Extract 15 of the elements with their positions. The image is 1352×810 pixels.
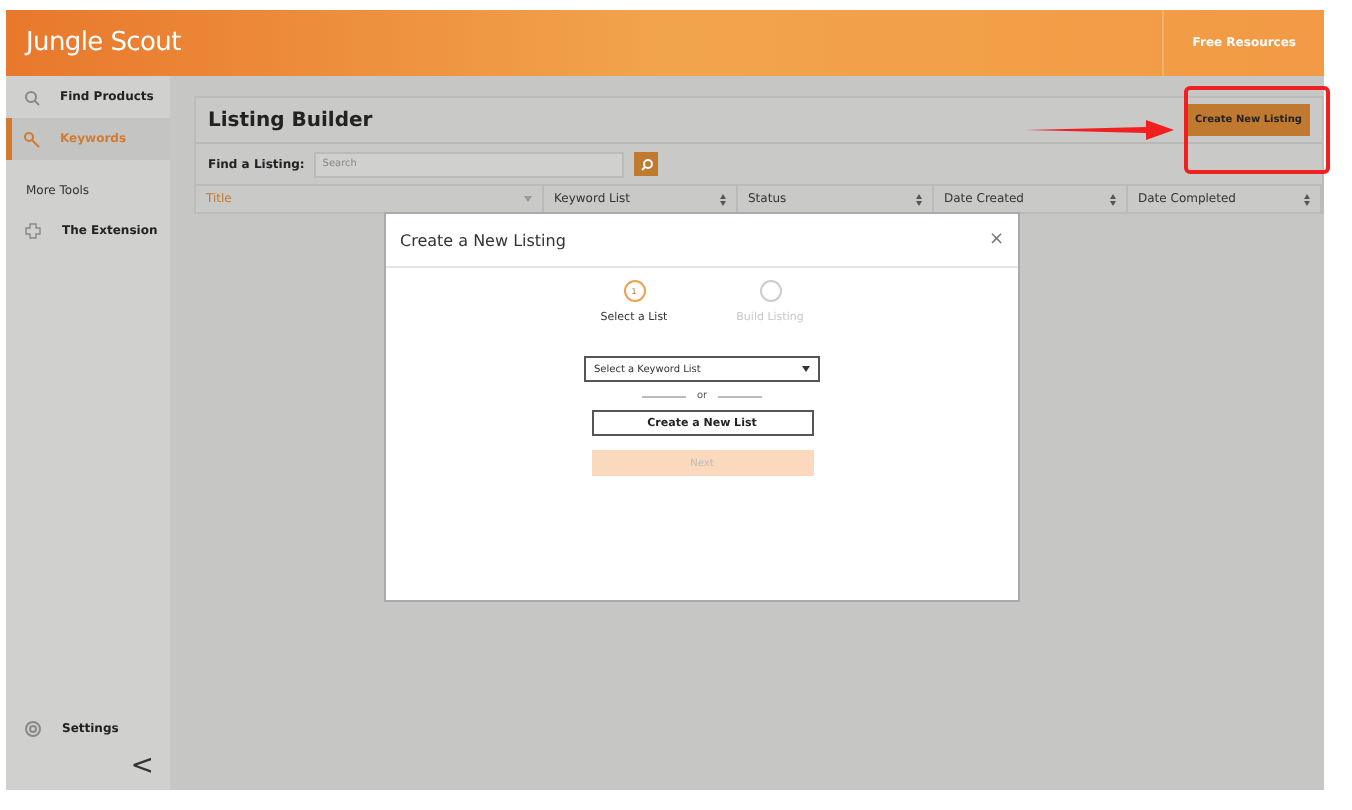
page-title: Listing Builder — [208, 109, 373, 131]
sort-caret-icon — [524, 196, 532, 202]
settings-icon — [24, 720, 42, 738]
sort-arrows-icon — [720, 193, 726, 205]
sort-arrows-icon — [1304, 193, 1310, 205]
dropdown-caret-icon — [802, 366, 810, 372]
sort-arrows-icon — [916, 193, 922, 205]
logo: Jungle Scout — [22, 28, 181, 58]
search-icon — [24, 89, 40, 105]
search-button[interactable] — [634, 152, 659, 176]
collapse-button[interactable]: < — [130, 750, 170, 790]
search-icon — [639, 157, 654, 171]
close-button[interactable]: × — [988, 230, 1004, 250]
modal-title: Create a New Listing — [400, 231, 566, 249]
sort-arrows-icon — [1110, 193, 1116, 205]
